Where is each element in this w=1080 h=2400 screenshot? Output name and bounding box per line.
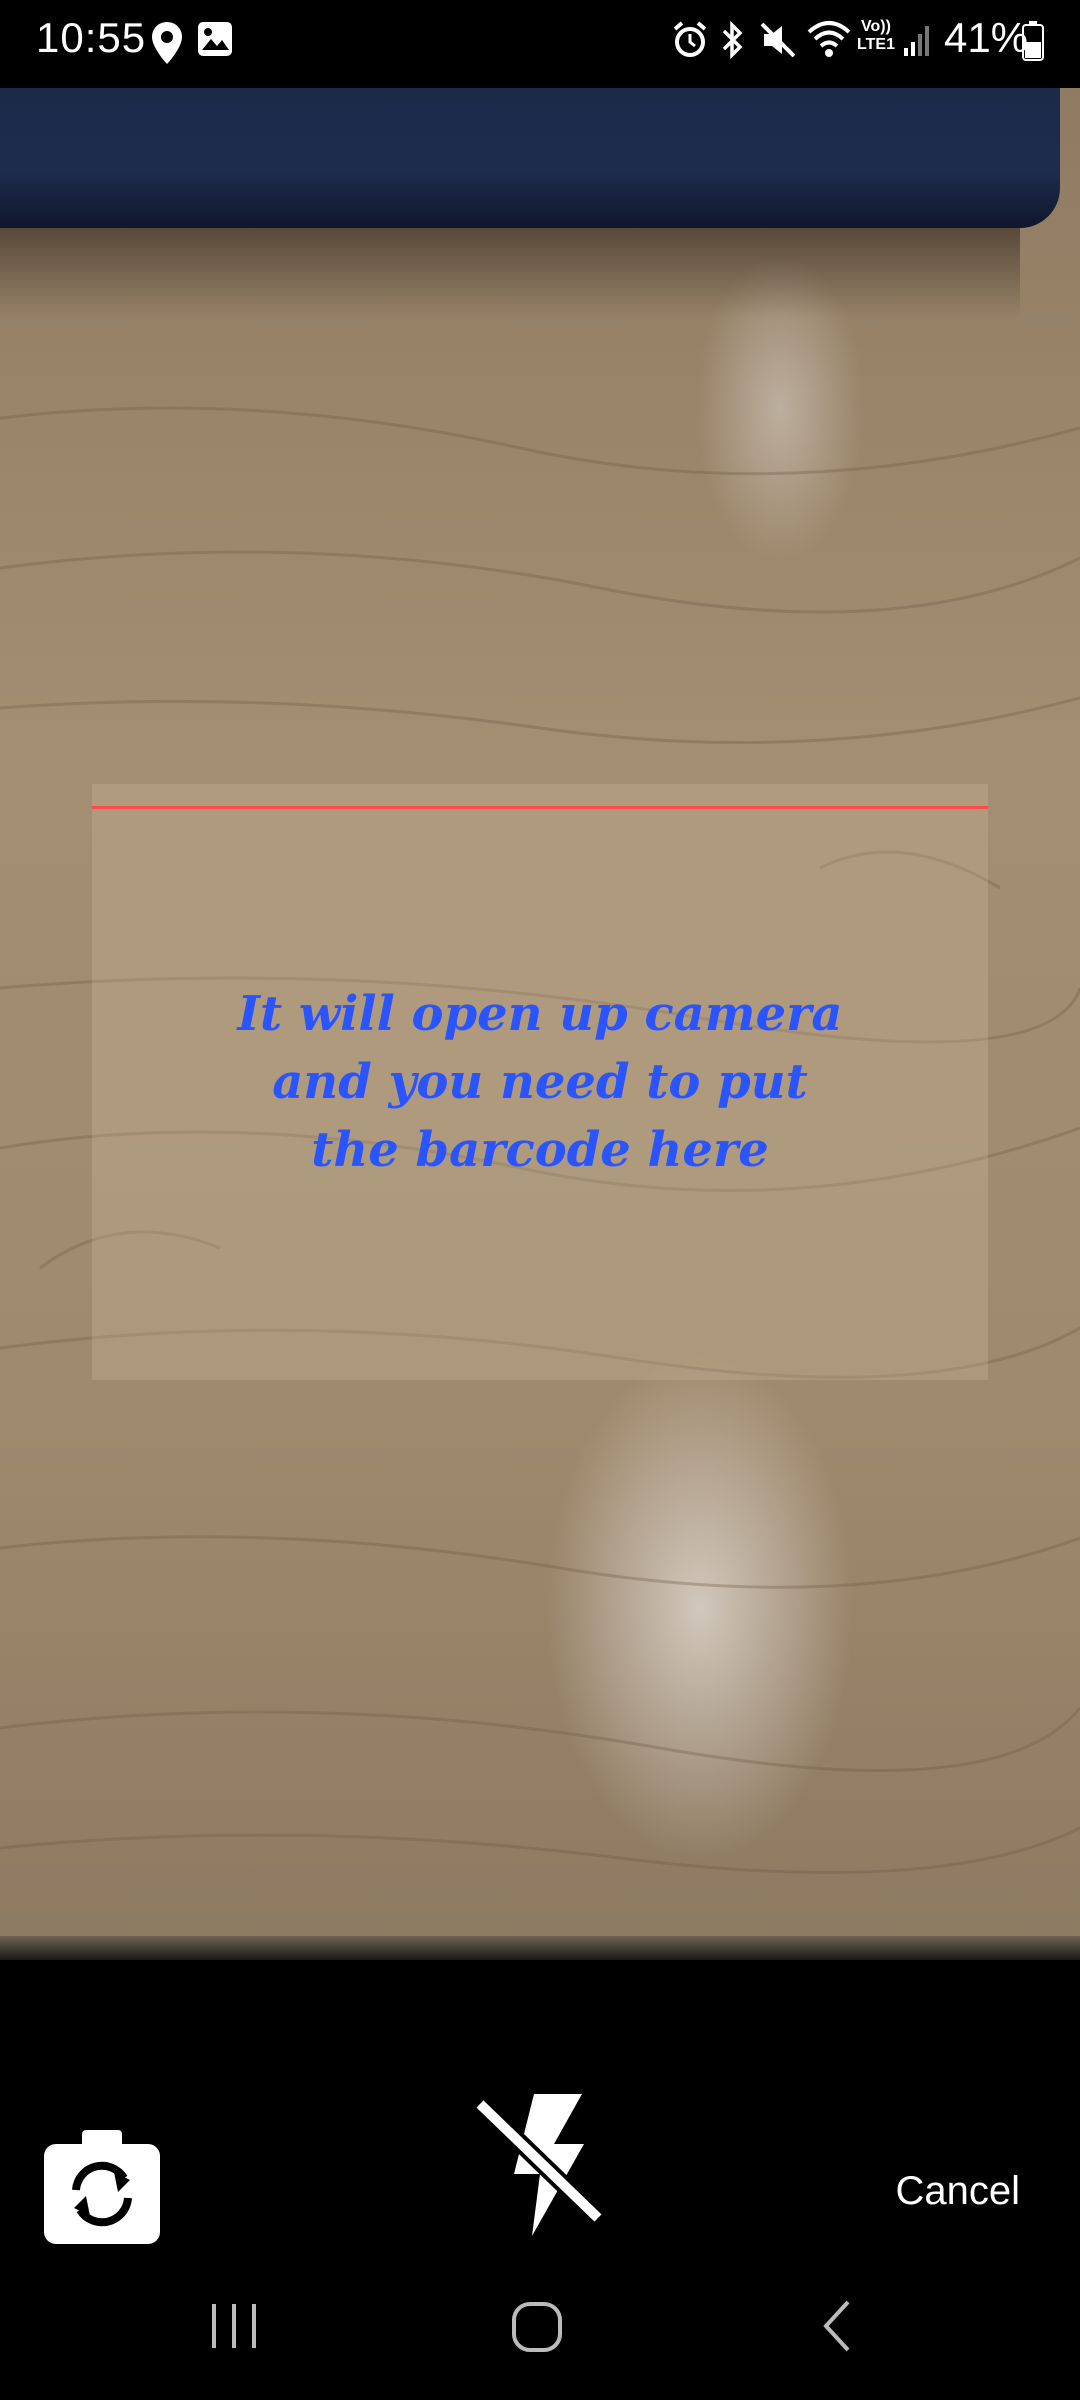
camera-controls: Cancel bbox=[0, 1960, 1080, 2252]
scan-instruction: It will open up camera and you need to p… bbox=[237, 986, 843, 1178]
battery-icon bbox=[1022, 21, 1044, 61]
signal-icon bbox=[904, 26, 929, 56]
recent-apps-icon[interactable] bbox=[206, 2296, 262, 2356]
laptop-edge bbox=[0, 88, 1060, 228]
status-bar: 10:55 Vo)) LTE1 41% bbox=[0, 0, 1080, 88]
bluetooth-icon bbox=[722, 20, 743, 60]
laptop-shadow bbox=[0, 228, 1020, 318]
home-icon[interactable] bbox=[508, 2296, 568, 2356]
volte-icon: Vo)) LTE1 bbox=[857, 18, 895, 53]
scan-region: It will open up camera and you need to p… bbox=[92, 784, 988, 1380]
navigation-bar bbox=[0, 2252, 1080, 2400]
alarm-icon bbox=[673, 21, 707, 57]
gallery-icon bbox=[198, 22, 232, 56]
wifi-icon bbox=[807, 21, 851, 57]
mute-icon bbox=[760, 22, 796, 58]
table-edge bbox=[0, 1936, 1080, 1960]
switch-camera-icon bbox=[44, 2130, 160, 2244]
cancel-button[interactable]: Cancel bbox=[820, 2156, 1020, 2226]
switch-camera-button[interactable] bbox=[42, 2128, 162, 2246]
flash-toggle-button[interactable] bbox=[473, 2090, 608, 2238]
back-icon[interactable] bbox=[818, 2296, 858, 2356]
flash-off-icon bbox=[473, 2094, 605, 2236]
battery-percent: 41% bbox=[944, 14, 1029, 61]
location-icon bbox=[152, 22, 182, 64]
scanner-laser-line bbox=[92, 806, 988, 809]
clock: 10:55 bbox=[36, 14, 147, 61]
